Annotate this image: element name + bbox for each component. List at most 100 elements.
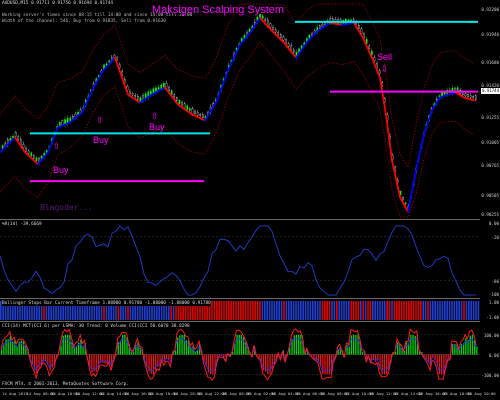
bollinger-bar — [333, 300, 336, 321]
candle-body — [277, 32, 280, 35]
candle-body — [137, 96, 139, 100]
cci-histogram-bar — [183, 334, 185, 355]
cci-histogram-bar — [69, 335, 71, 355]
sell-label: Sell — [377, 52, 393, 62]
bollinger-bar — [364, 300, 367, 321]
cci-histogram-bar — [267, 354, 269, 375]
cci-histogram-bar — [93, 354, 95, 372]
bollinger-bar — [271, 300, 273, 321]
time-axis-label: 14 Aug 2013 — [2, 391, 28, 396]
cci-histogram-bar — [124, 334, 126, 355]
time-axis[interactable]: 14 Aug 2013 14 Aug 08:00 14 Aug 10:00 14 Au… — [0, 389, 500, 400]
bollinger-bar — [386, 300, 388, 321]
bollinger-bar — [213, 300, 216, 321]
price-chart-pane[interactable]: AUDUSD,M15 0.91711 0.91756 0.91694 0.917… — [0, 0, 500, 220]
wpr-line — [0, 225, 477, 296]
wpr-level: -80 — [491, 279, 499, 284]
bollinger-bar — [324, 300, 326, 321]
cci-histogram-bar — [49, 354, 51, 371]
bollinger-bar — [232, 300, 235, 321]
bollinger-bar — [235, 300, 237, 321]
chart-title: Maksigen Scalping System — [152, 4, 285, 16]
cci-scale[interactable]: 100.00 0.00 -100.00 — [481, 323, 500, 388]
cci-histogram-bar — [245, 342, 247, 355]
cci-histogram-bar — [210, 354, 212, 375]
bollinger-bar — [362, 300, 364, 321]
cci-histogram-bar — [9, 335, 12, 355]
cci-histogram-bar — [240, 334, 243, 355]
bollinger-bar — [297, 300, 300, 321]
wpr-label: %R(14) -39.6669 — [2, 222, 42, 227]
candle-body — [293, 50, 295, 53]
cci-histogram-bar — [271, 354, 273, 370]
candle-body — [282, 36, 285, 41]
cci-histogram-bar — [410, 334, 412, 355]
lower-channel-line — [0, 41, 475, 218]
wpr-indicator-canvas[interactable] — [0, 221, 480, 298]
bollinger-bar — [230, 300, 232, 321]
candle-body — [129, 91, 131, 94]
bollinger-bar — [420, 300, 422, 321]
cci-histogram-bar — [179, 335, 181, 355]
candle-body — [14, 132, 17, 137]
moving-average-segment — [391, 159, 401, 198]
cci-label: CCI(14) MCT(CCI 6) per LSMA: 30 Trend: 0… — [2, 324, 190, 329]
cci-histogram-bar — [399, 344, 401, 355]
price-chart-canvas[interactable] — [0, 0, 480, 219]
bollinger-bar — [312, 300, 314, 321]
moving-average-segment — [407, 169, 417, 213]
bollinger-bar — [264, 300, 266, 321]
candle-body — [25, 147, 27, 152]
cci-histogram-bar — [465, 337, 467, 355]
bollinger-bar — [456, 300, 458, 321]
cci-histogram-bar — [412, 334, 414, 355]
bollinger-bar — [316, 300, 319, 321]
candle-body — [199, 114, 202, 116]
bollinger-bar — [343, 300, 345, 321]
cci-histogram-bar — [293, 335, 295, 355]
cci-indicator-pane[interactable]: CCI(14) MCT(CCI 6) per LSMA: 30 Trend: 0… — [0, 323, 499, 389]
bollinger-bar — [388, 300, 391, 321]
bollinger-bar — [432, 300, 434, 321]
candle-body — [116, 57, 118, 60]
cci-histogram-bar — [185, 340, 188, 355]
candle-body — [194, 111, 196, 114]
candle-body — [27, 150, 30, 154]
bollinger-bar — [242, 300, 244, 321]
cci-histogram-bar — [350, 335, 353, 355]
wpr-level: -100 — [488, 292, 499, 297]
cci-histogram-bar — [355, 334, 357, 355]
candle-body — [17, 136, 20, 141]
cci-histogram-bar — [295, 334, 298, 355]
wpr-scale[interactable]: 0.00 -20 -80 -100 — [481, 221, 500, 298]
bollinger-bar — [292, 300, 295, 321]
cci-histogram-bar — [91, 354, 93, 373]
copyright-footer: FXCM MT4, © 2001-2013, MetaQuotes Softwa… — [2, 382, 129, 387]
candle-body — [77, 111, 79, 115]
bollinger-bar — [352, 300, 355, 321]
wpr-indicator-pane[interactable]: %R(14) -39.6669 0.00 -20 -80 -100 — [0, 221, 499, 299]
cci-histogram-bar — [298, 334, 300, 355]
cci-indicator-canvas[interactable] — [0, 323, 480, 388]
bollinger-bar — [357, 300, 360, 321]
cci-histogram-bar — [324, 354, 326, 375]
moving-average-segment — [439, 93, 449, 99]
bollinger-bar — [453, 300, 456, 321]
price-level-label: 0.92200 — [481, 7, 499, 12]
bollinger-stops-pane[interactable]: Bollinger Stops Bar Current Timeframe 1.… — [0, 300, 499, 322]
price-level-label: 0.90255 — [481, 212, 499, 217]
bb-scale[interactable]: 1.00 -1.00 — [481, 300, 500, 321]
price-scale[interactable]: 0.92200 0.91940 0.91680 0.91420 0.91255 0.910… — [481, 0, 500, 219]
bollinger-bar — [367, 300, 369, 321]
bollinger-bar — [273, 300, 276, 321]
bollinger-bar — [393, 300, 396, 321]
cci-histogram-bar — [346, 345, 348, 355]
cci-histogram-bar — [414, 335, 416, 355]
candle-body — [274, 29, 277, 33]
candle-body — [358, 25, 360, 29]
bollinger-bar — [441, 300, 444, 321]
candle-body — [113, 54, 116, 58]
bollinger-bar — [328, 300, 331, 321]
bollinger-bar — [384, 300, 386, 321]
cci-level: 100.00 — [483, 333, 499, 338]
